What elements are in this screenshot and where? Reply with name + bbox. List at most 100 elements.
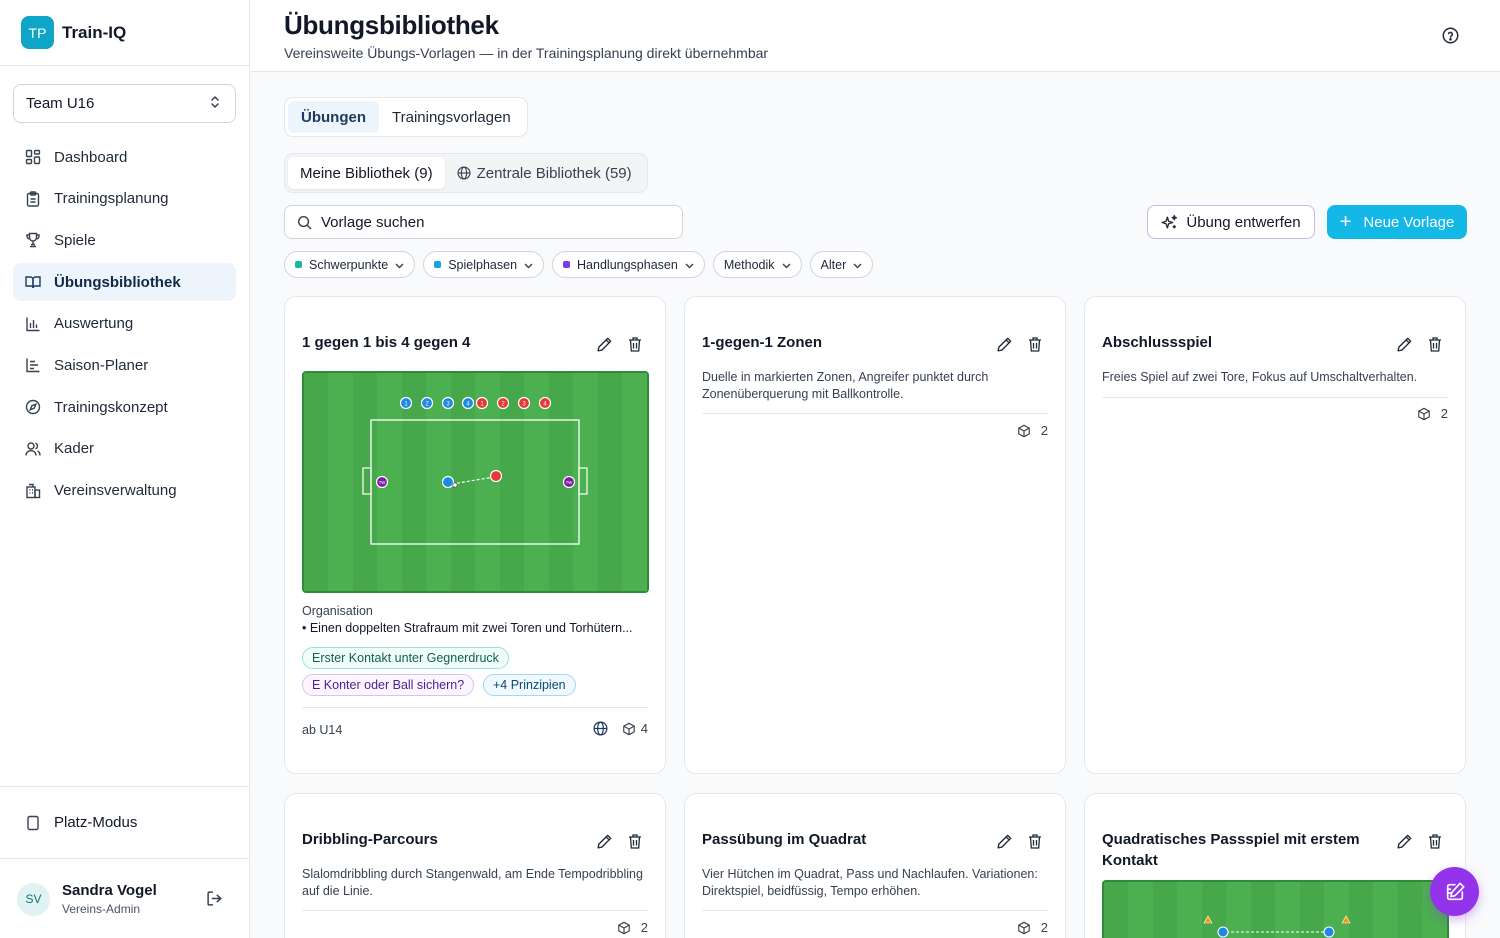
- design-exercise-button[interactable]: Übung entwerfen: [1147, 205, 1315, 239]
- card-description: Freies Spiel auf zwei Tore, Fokus auf Um…: [1102, 370, 1418, 384]
- material-count-group: 2: [1017, 920, 1048, 935]
- bar-chart-icon: [25, 316, 41, 332]
- team-selector[interactable]: Team U16: [13, 84, 236, 123]
- trophy-icon: [25, 232, 41, 248]
- nav-item-trainingskonzept[interactable]: Trainingskonzept: [13, 388, 236, 426]
- card-title: 1-gegen-1 Zonen: [702, 334, 823, 351]
- logout-icon[interactable]: [206, 890, 223, 912]
- edit-icon[interactable]: [996, 336, 1013, 353]
- divider: [702, 413, 1048, 414]
- edit-icon[interactable]: [1396, 336, 1413, 353]
- goalkeeper-label: TW: [379, 480, 386, 485]
- trash-icon[interactable]: [1027, 336, 1043, 353]
- trash-icon[interactable]: [627, 833, 643, 850]
- nav-item-auswertung[interactable]: Auswertung: [13, 305, 236, 343]
- design-exercise-label: Übung entwerfen: [1186, 213, 1301, 231]
- divider: [302, 910, 648, 911]
- nav-item-trainingsplanung[interactable]: Trainingsplanung: [13, 180, 236, 218]
- edit-icon[interactable]: [596, 336, 613, 353]
- exercise-card[interactable]: Dribbling-Parcours Slalomdribbling durch…: [284, 793, 666, 938]
- material-count: 2: [1040, 920, 1048, 935]
- library-tabs: Meine Bibliothek (9) Zentrale Bibliothek…: [284, 153, 648, 193]
- material-count-group: 2: [617, 920, 648, 935]
- platz-mode-button[interactable]: Platz-Modus: [0, 787, 249, 859]
- material-count: 2: [1440, 406, 1448, 421]
- notes-fab-button[interactable]: [1430, 867, 1479, 916]
- search-input[interactable]: [321, 213, 661, 231]
- nav-item-vereinsverwaltung[interactable]: Vereinsverwaltung: [13, 472, 236, 510]
- principle-tag[interactable]: Erster Kontakt unter Gegnerdruck: [302, 647, 509, 669]
- exercise-card[interactable]: Abschlussspiel Freies Spiel auf zwei Tor…: [1084, 296, 1466, 774]
- nav-label: Spiele: [54, 231, 96, 249]
- exercise-field-diagram: 1 2 3 4 1 2 3 4 TW TW: [302, 371, 649, 593]
- cube-icon: [1017, 424, 1036, 438]
- card-description: Duelle in markierten Zonen, Angreifer pu…: [702, 370, 989, 401]
- card-title: Quadratisches Passspiel mit erstem Konta…: [1102, 831, 1360, 869]
- more-principles-tag[interactable]: +4 Prinzipien: [483, 674, 576, 696]
- search-box: [284, 205, 683, 239]
- chevron-down-icon: [853, 258, 862, 272]
- exercise-card[interactable]: 1 gegen 1 bis 4 gegen 4 1 2 3 4 1 2 3 4 …: [284, 296, 666, 774]
- material-count: 4: [640, 721, 648, 736]
- exercise-card[interactable]: 1-gegen-1 Zonen Duelle in markierten Zon…: [684, 296, 1066, 774]
- chevron-up-down-icon: [209, 95, 221, 113]
- building-icon: [25, 483, 41, 499]
- tab-zentrale-bibliothek[interactable]: Zentrale Bibliothek (59): [445, 157, 644, 189]
- nav-item-uebungsbibliothek[interactable]: Übungsbibliothek: [13, 263, 236, 302]
- cube-icon: [622, 722, 636, 736]
- sidebar-footer: Platz-Modus SV Sandra Vogel Vereins-Admi…: [0, 786, 249, 938]
- principle-tag[interactable]: E Konter oder Ball sichern?: [302, 674, 475, 696]
- filter-methodik[interactable]: Methodik: [712, 251, 802, 278]
- filter-schwerpunkte[interactable]: Schwerpunkte: [284, 251, 416, 278]
- brand-logo[interactable]: TP: [21, 16, 54, 49]
- cube-icon: [617, 921, 636, 935]
- trash-icon[interactable]: [1027, 833, 1043, 850]
- nav-item-dashboard[interactable]: Dashboard: [13, 138, 236, 176]
- cube-icon: [1017, 921, 1036, 935]
- tab-trainingsvorlagen[interactable]: Trainingsvorlagen: [379, 101, 524, 133]
- tab-label: Zentrale Bibliothek (59): [476, 164, 632, 182]
- new-template-label: Neue Vorlage: [1363, 213, 1455, 231]
- nav-label: Dashboard: [54, 148, 128, 166]
- nav-label: Vereinsverwaltung: [54, 482, 177, 499]
- edit-icon[interactable]: [996, 833, 1013, 850]
- tab-uebungen[interactable]: Übungen: [288, 101, 379, 133]
- card-description: Vier Hütchen im Quadrat, Pass und Nachla…: [702, 867, 1038, 898]
- chevron-down-icon: [782, 258, 791, 272]
- user-name: Sandra Vogel: [62, 882, 157, 899]
- trash-icon[interactable]: [627, 336, 643, 353]
- filter-handlungsphasen[interactable]: Handlungsphasen: [552, 251, 705, 278]
- filter-color-dot: [295, 261, 302, 268]
- nav-item-saison-planer[interactable]: Saison-Planer: [13, 346, 236, 384]
- filter-label: Handlungsphasen: [577, 257, 678, 272]
- filter-alter[interactable]: Alter: [809, 251, 874, 278]
- filter-label: Spielphasen: [448, 257, 518, 272]
- exercise-card[interactable]: Passübung im Quadrat Vier Hütchen im Qua…: [684, 793, 1066, 938]
- chevron-down-icon: [524, 258, 533, 272]
- tab-meine-bibliothek[interactable]: Meine Bibliothek (9): [288, 157, 445, 189]
- page-header: Übungsbibliothek Vereinsweite Übungs-Vor…: [250, 0, 1500, 72]
- trash-icon[interactable]: [1427, 336, 1443, 353]
- users-icon: [25, 441, 41, 457]
- material-count: 2: [640, 920, 648, 935]
- nav-label: Auswertung: [54, 315, 134, 333]
- card-description: Slalomdribbling durch Stangenwald, am En…: [302, 867, 643, 898]
- divider: [1102, 397, 1448, 398]
- card-title: 1 gegen 1 bis 4 gegen 4: [302, 334, 471, 351]
- trash-icon[interactable]: [1427, 833, 1443, 850]
- filter-spielphasen[interactable]: Spielphasen: [423, 251, 545, 278]
- nav-item-kader[interactable]: Kader: [13, 430, 236, 468]
- edit-icon[interactable]: [1396, 833, 1413, 850]
- new-template-button[interactable]: + Neue Vorlage: [1327, 205, 1467, 239]
- exercise-card[interactable]: Quadratisches Passspiel mit erstem Konta…: [1084, 793, 1466, 938]
- card-actions: [1382, 336, 1443, 353]
- nav-item-spiele[interactable]: Spiele: [13, 221, 236, 259]
- edit-icon[interactable]: [596, 833, 613, 850]
- nav-label: Trainingsplanung: [54, 190, 169, 208]
- card-actions: [582, 833, 643, 850]
- help-icon[interactable]: [1442, 27, 1459, 49]
- filter-color-dot: [563, 261, 571, 268]
- card-actions: [582, 336, 643, 353]
- brand-name[interactable]: Train-IQ: [62, 23, 126, 43]
- chevron-down-icon: [685, 258, 694, 272]
